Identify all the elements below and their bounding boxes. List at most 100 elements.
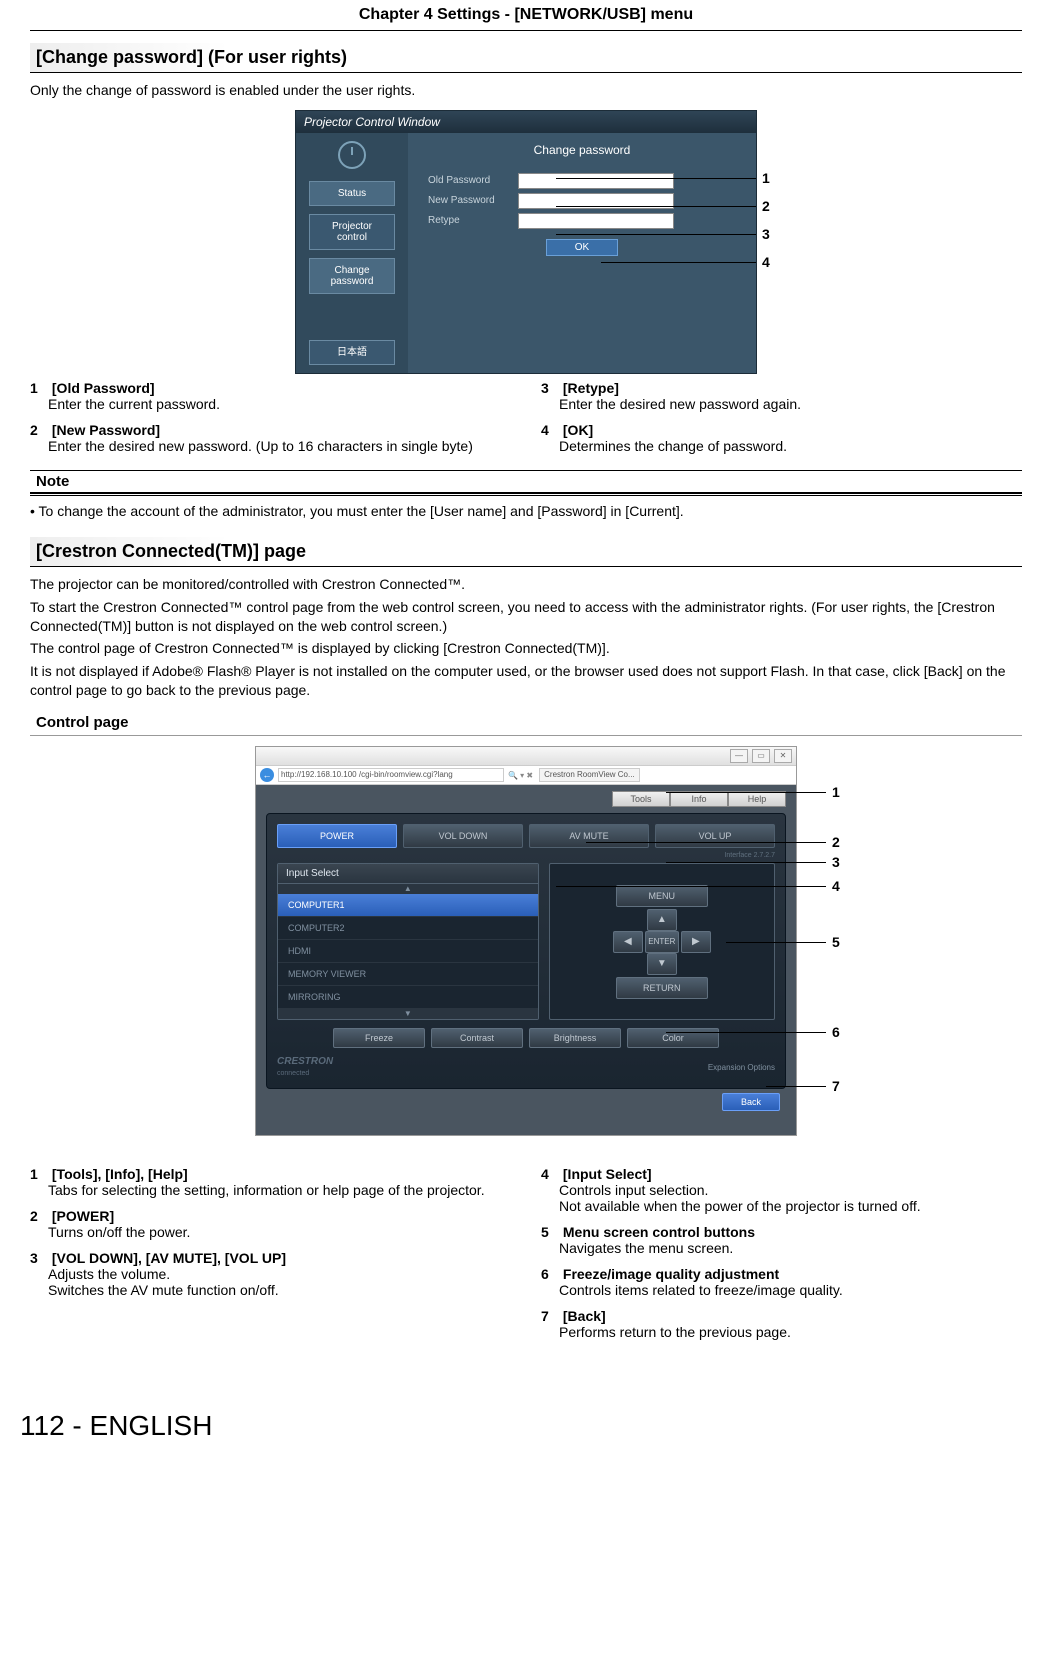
arrow-down-button[interactable]: ▼ <box>647 953 677 975</box>
legend2-3-title: [VOL DOWN], [AV MUTE], [VOL UP] <box>52 1250 286 1266</box>
old-password-input[interactable] <box>518 173 674 189</box>
old-password-label: Old Password <box>428 175 518 186</box>
callout2-1: 1 <box>832 784 840 800</box>
legend1-2-desc: Enter the desired new password. (Up to 1… <box>48 438 511 454</box>
av-mute-button[interactable]: AV MUTE <box>529 824 649 848</box>
input-computer2[interactable]: COMPUTER2 <box>278 917 538 940</box>
power-button[interactable]: POWER <box>277 824 397 848</box>
change-password-heading: Change password <box>428 143 736 157</box>
crestron-p4: It is not displayed if Adobe® Flash® Pla… <box>30 662 1022 700</box>
expansion-options-label: Expansion Options <box>708 1063 775 1072</box>
legend1-1-num: 1 <box>30 380 48 396</box>
retype-label: Retype <box>428 215 518 226</box>
legend2-6-title: Freeze/image quality adjustment <box>563 1266 779 1282</box>
arrow-left-button[interactable]: ◀ <box>613 931 643 953</box>
nav-projector-control-line2: control <box>337 232 367 243</box>
browser-tab[interactable]: Crestron RoomView Co... <box>539 768 640 782</box>
control-page-screenshot: — ▭ ✕ ← http://192.168.10.100 /cgi-bin/r… <box>30 746 1022 1136</box>
legend1-1-desc: Enter the current password. <box>48 396 511 412</box>
input-computer1[interactable]: COMPUTER1 <box>278 894 538 917</box>
contrast-button[interactable]: Contrast <box>431 1028 523 1048</box>
note-bullet: • To change the account of the administr… <box>30 502 1022 521</box>
legend2-right: 4 [Input Select] Controls input selectio… <box>541 1166 1022 1350</box>
input-scroll-down-icon[interactable]: ▼ <box>278 1009 538 1019</box>
vol-up-button[interactable]: VOL UP <box>655 824 775 848</box>
section-change-password-title: [Change password] (For user rights) <box>30 43 1022 73</box>
legend2-1-title: [Tools], [Info], [Help] <box>52 1166 188 1182</box>
legend2-2-title: [POWER] <box>52 1208 114 1224</box>
nav-change-password-button[interactable]: Change password <box>309 258 395 294</box>
input-select-label: Input Select <box>278 864 538 884</box>
crestron-p3: The control page of Crestron Connected™ … <box>30 639 1022 658</box>
power-icon <box>338 141 366 169</box>
section-change-password-intro: Only the change of password is enabled u… <box>30 81 1022 100</box>
legend1-2-title: [New Password] <box>52 422 160 438</box>
ok-button[interactable]: OK <box>546 239 618 256</box>
legend2-2-num: 2 <box>30 1208 48 1224</box>
legend2-7-title: [Back] <box>563 1308 606 1324</box>
freeze-button[interactable]: Freeze <box>333 1028 425 1048</box>
legend2-3-num: 3 <box>30 1250 48 1266</box>
legend2-2-desc: Turns on/off the power. <box>48 1224 511 1240</box>
crestron-logo: CRESTRON connected <box>277 1056 333 1078</box>
legend1-3-desc: Enter the desired new password again. <box>559 396 1022 412</box>
input-memory-viewer[interactable]: MEMORY VIEWER <box>278 963 538 986</box>
legend2-5-title: Menu screen control buttons <box>563 1224 755 1240</box>
return-button[interactable]: RETURN <box>616 977 708 999</box>
callout2-2: 2 <box>832 834 840 850</box>
nav-change-password-line1: Change <box>334 265 369 276</box>
page-footer: 112 - ENGLISH <box>20 1410 1022 1442</box>
legend2-7-num: 7 <box>541 1308 559 1324</box>
input-mirroring[interactable]: MIRRORING <box>278 986 538 1009</box>
enter-button[interactable]: ENTER <box>645 931 679 953</box>
legend2-4-num: 4 <box>541 1166 559 1182</box>
callout2-5: 5 <box>832 934 840 950</box>
nav-projector-control-button[interactable]: Projector control <box>309 214 395 250</box>
url-bar[interactable]: http://192.168.10.100 /cgi-bin/roomview.… <box>278 768 504 782</box>
arrow-up-button[interactable]: ▲ <box>647 909 677 931</box>
legend2-1-desc: Tabs for selecting the setting, informat… <box>48 1182 511 1198</box>
arrow-right-button[interactable]: ▶ <box>681 931 711 953</box>
chapter-header: Chapter 4 Settings - [NETWORK/USB] menu <box>30 0 1022 31</box>
legend2-left: 1 [Tools], [Info], [Help] Tabs for selec… <box>30 1166 511 1350</box>
crestron-p2: To start the Crestron Connected™ control… <box>30 598 1022 636</box>
window-close-icon[interactable]: ✕ <box>774 749 792 763</box>
window-minimize-icon[interactable]: — <box>730 749 748 763</box>
callout-1: 1 <box>762 170 770 186</box>
retype-input[interactable] <box>518 213 674 229</box>
callout2-6: 6 <box>832 1024 840 1040</box>
callout-4: 4 <box>762 254 770 270</box>
tab-help[interactable]: Help <box>728 791 786 807</box>
legend1-left: 1 [Old Password] Enter the current passw… <box>30 380 511 464</box>
legend1-4-title: [OK] <box>563 422 593 438</box>
tab-info[interactable]: Info <box>670 791 728 807</box>
crestron-p1: The projector can be monitored/controlle… <box>30 575 1022 594</box>
legend1-3-title: [Retype] <box>563 380 619 396</box>
input-hdmi[interactable]: HDMI <box>278 940 538 963</box>
interface-version: Interface 2.7.2.7 <box>277 852 775 859</box>
note-bullet-text: To change the account of the administrat… <box>39 503 684 519</box>
nav-status-button[interactable]: Status <box>309 181 395 206</box>
note-heading: Note <box>30 470 1022 494</box>
nav-japanese-button[interactable]: 日本語 <box>309 340 395 365</box>
legend1-3-num: 3 <box>541 380 559 396</box>
legend1-right: 3 [Retype] Enter the desired new passwor… <box>541 380 1022 464</box>
callout-2: 2 <box>762 198 770 214</box>
legend2-6-num: 6 <box>541 1266 559 1282</box>
nav-change-password-line2: password <box>331 276 374 287</box>
callout-3: 3 <box>762 226 770 242</box>
browser-back-icon[interactable]: ← <box>260 768 274 782</box>
tab-tools[interactable]: Tools <box>612 791 670 807</box>
legend2-1-num: 1 <box>30 1166 48 1182</box>
legend2-7-desc: Performs return to the previous page. <box>559 1324 1022 1340</box>
window-maximize-icon[interactable]: ▭ <box>752 749 770 763</box>
menu-button[interactable]: MENU <box>616 885 708 907</box>
new-password-label: New Password <box>428 195 518 206</box>
back-button[interactable]: Back <box>722 1093 780 1111</box>
vol-down-button[interactable]: VOL DOWN <box>403 824 523 848</box>
input-scroll-up-icon[interactable]: ▲ <box>278 884 538 894</box>
legend2-5-desc: Navigates the menu screen. <box>559 1240 1022 1256</box>
color-button[interactable]: Color <box>627 1028 719 1048</box>
brightness-button[interactable]: Brightness <box>529 1028 621 1048</box>
callout2-3: 3 <box>832 854 840 870</box>
